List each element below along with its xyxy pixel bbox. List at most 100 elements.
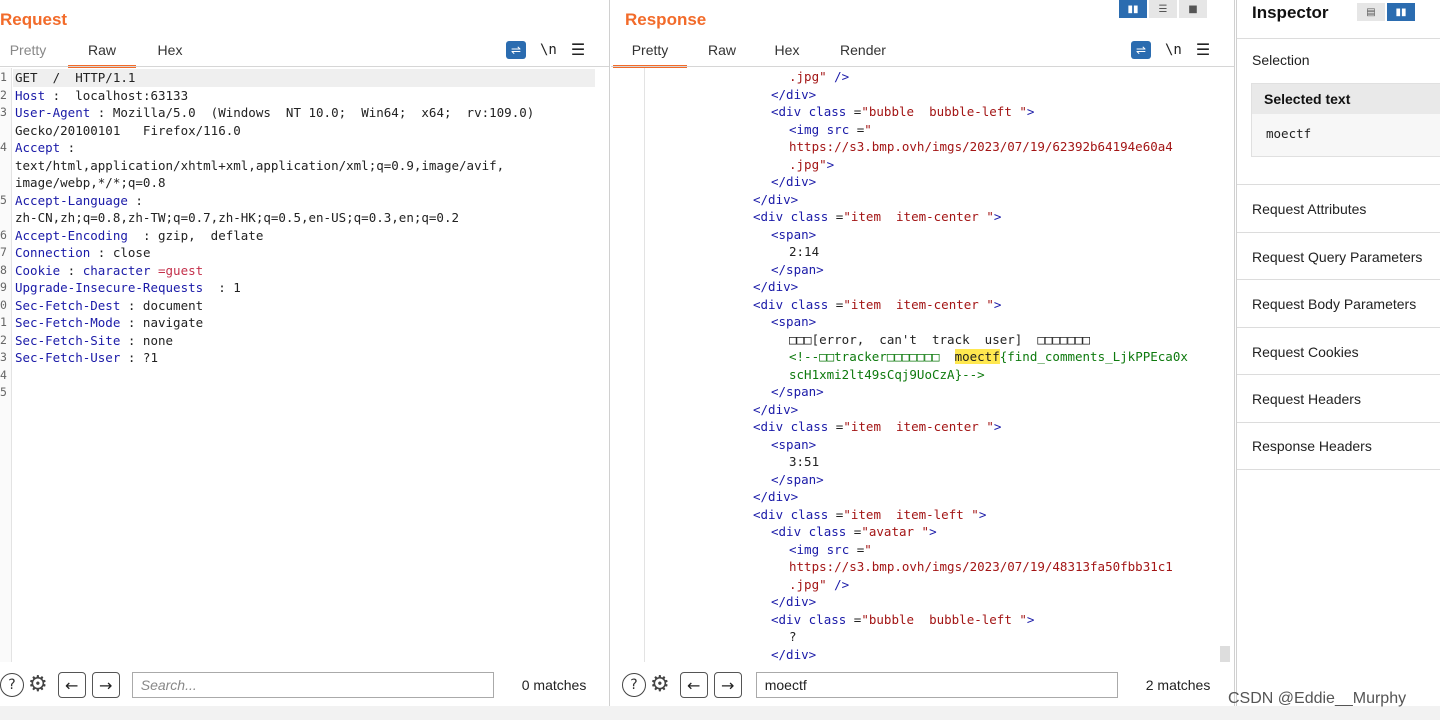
tab-pretty[interactable]: Pretty bbox=[613, 38, 687, 68]
tab-render[interactable]: Render bbox=[817, 38, 909, 66]
response-line[interactable]: </div> bbox=[771, 593, 816, 611]
response-line[interactable]: ? bbox=[789, 628, 797, 646]
response-line[interactable]: <span> bbox=[771, 226, 816, 244]
layout-toggle: ▮▮ ☰ ■ bbox=[1119, 0, 1207, 18]
response-line[interactable]: </div> bbox=[771, 86, 816, 104]
single-pane-icon[interactable]: ■ bbox=[1179, 0, 1207, 18]
selected-text-header[interactable]: Selected text bbox=[1252, 84, 1440, 114]
request-search-input[interactable]: Search... bbox=[131, 672, 494, 698]
section-request-body-parameters[interactable]: Request Body Parameters bbox=[1237, 279, 1440, 327]
request-line[interactable]: 5 Accept-Language : bbox=[0, 192, 609, 210]
response-line[interactable]: </div> bbox=[771, 646, 816, 663]
help-icon[interactable]: ? bbox=[0, 673, 24, 697]
next-match-button[interactable]: → bbox=[91, 672, 120, 698]
request-line[interactable]: text/html,application/xhtml+xml,applicat… bbox=[0, 157, 609, 175]
response-line[interactable]: </div> bbox=[753, 278, 798, 296]
split-vertical-icon[interactable]: ☰ bbox=[1149, 0, 1177, 18]
response-line[interactable]: .jpg" /> bbox=[789, 576, 849, 594]
editor-scrollbar[interactable] bbox=[1220, 646, 1230, 662]
response-line[interactable]: </span> bbox=[771, 261, 824, 279]
response-line[interactable]: </div> bbox=[753, 191, 798, 209]
menu-icon[interactable]: ☰ bbox=[1196, 40, 1210, 59]
request-line[interactable]: zh-CN,zh;q=0.8,zh-TW;q=0.7,zh-HK;q=0.5,e… bbox=[0, 209, 609, 227]
newline-icon[interactable]: \n bbox=[1165, 42, 1182, 58]
response-line[interactable]: </div> bbox=[771, 173, 816, 191]
help-icon[interactable]: ? bbox=[622, 673, 646, 697]
response-line[interactable]: <!--□□tracker□□□□□□□ moectf{find_comment… bbox=[789, 348, 1188, 366]
split-horizontal-icon[interactable]: ▮▮ bbox=[1119, 0, 1147, 18]
section-request-query-parameters[interactable]: Request Query Parameters bbox=[1237, 232, 1440, 280]
response-line[interactable]: </div> bbox=[753, 401, 798, 419]
response-line[interactable]: □□□[error, can't track user] □□□□□□□ bbox=[789, 331, 1090, 349]
selected-text-value: moectf bbox=[1266, 126, 1312, 141]
request-line[interactable]: 3 Sec-Fetch-User : ?1 bbox=[0, 349, 609, 367]
request-line[interactable]: 9 Upgrade-Insecure-Requests : 1 bbox=[0, 279, 609, 297]
line-number: 4 bbox=[0, 140, 7, 154]
text-wrap-icon[interactable]: ⇌ bbox=[1131, 40, 1151, 59]
line-number: 4 bbox=[0, 367, 7, 382]
tab-raw[interactable]: Raw bbox=[687, 38, 757, 66]
response-line[interactable]: <div class ="bubble bubble-left "> bbox=[771, 103, 1034, 121]
section-request-cookies[interactable]: Request Cookies bbox=[1237, 327, 1440, 375]
response-line[interactable]: <div class ="item item-center "> bbox=[753, 208, 1001, 226]
code-token: src bbox=[826, 541, 850, 557]
request-line[interactable]: 8 Cookie : character =guest bbox=[0, 262, 609, 280]
response-line[interactable]: <img src =" bbox=[789, 121, 872, 139]
code-token: </span> bbox=[771, 471, 824, 487]
code-token: class bbox=[790, 419, 829, 434]
response-line[interactable]: 3:51 bbox=[789, 453, 819, 471]
newline-icon[interactable]: \n bbox=[540, 42, 557, 58]
section-request-headers[interactable]: Request Headers bbox=[1237, 374, 1440, 422]
response-tabs: Pretty Raw Hex Render bbox=[613, 38, 909, 68]
list-view-icon[interactable]: ▤ bbox=[1357, 3, 1385, 21]
request-line[interactable]: 5 bbox=[0, 384, 609, 402]
selection-label[interactable]: Selection bbox=[1252, 52, 1310, 68]
request-line[interactable]: 6 Accept-Encoding : gzip, deflate bbox=[0, 227, 609, 245]
request-line[interactable]: 4 Accept : bbox=[0, 139, 609, 157]
response-line[interactable]: scH1xmi2lt49sCqj9UoCzA}--> bbox=[789, 366, 985, 384]
tab-hex[interactable]: Hex bbox=[140, 38, 200, 66]
response-line[interactable]: <div class ="item item-center "> bbox=[753, 296, 1001, 314]
response-line[interactable]: https://s3.bmp.ovh/imgs/2023/07/19/62392… bbox=[789, 138, 1173, 156]
request-line[interactable]: 2 Sec-Fetch-Site : none bbox=[0, 332, 609, 350]
menu-icon[interactable]: ☰ bbox=[571, 40, 585, 59]
request-line[interactable]: 7 Connection : close bbox=[0, 244, 609, 262]
gear-icon[interactable]: ⚙ bbox=[28, 673, 48, 697]
request-line[interactable]: 1 Sec-Fetch-Mode : navigate bbox=[0, 314, 609, 332]
response-line[interactable]: <img src =" bbox=[789, 541, 872, 559]
response-line[interactable]: <div class ="item item-left "> bbox=[753, 506, 986, 524]
response-line[interactable]: </span> bbox=[771, 471, 824, 489]
request-line[interactable]: image/webp,*/*;q=0.8 bbox=[0, 174, 609, 192]
request-line[interactable]: 1 GET / HTTP/1.1 bbox=[0, 69, 609, 87]
text-wrap-icon[interactable]: ⇌ bbox=[506, 40, 526, 59]
tab-raw[interactable]: Raw bbox=[68, 38, 136, 68]
request-line[interactable]: 3 User-Agent : Mozilla/5.0 (Windows NT 10… bbox=[0, 104, 609, 122]
request-line[interactable]: 2 Host : localhost:63133 bbox=[0, 87, 609, 105]
response-line[interactable]: .jpg" /> bbox=[789, 68, 849, 86]
request-line[interactable]: Gecko/20100101 Firefox/116.0 bbox=[0, 122, 609, 140]
previous-match-button[interactable]: ← bbox=[57, 672, 86, 698]
section-request-attributes[interactable]: Request Attributes bbox=[1237, 184, 1440, 232]
tab-hex[interactable]: Hex bbox=[757, 38, 817, 66]
response-line[interactable]: <div class ="avatar "> bbox=[771, 523, 937, 541]
response-line[interactable]: </div> bbox=[753, 488, 798, 506]
request-line[interactable]: 4 bbox=[0, 367, 609, 385]
tab-pretty[interactable]: Pretty bbox=[0, 38, 56, 66]
response-line[interactable]: <div class ="item item-center "> bbox=[753, 418, 1001, 436]
response-line[interactable]: <span> bbox=[771, 313, 816, 331]
response-line[interactable]: <span> bbox=[771, 436, 816, 454]
next-match-button[interactable]: → bbox=[713, 672, 742, 698]
section-response-headers[interactable]: Response Headers bbox=[1237, 422, 1440, 470]
response-line[interactable]: </span> bbox=[771, 383, 824, 401]
previous-match-button[interactable]: ← bbox=[679, 672, 708, 698]
response-search-input[interactable]: moectf bbox=[755, 672, 1118, 698]
response-line[interactable]: 2:14 bbox=[789, 243, 819, 261]
request-editor[interactable]: 1 GET / HTTP/1.1 2 Host : localhost:63133 3 U… bbox=[0, 68, 609, 662]
request-line[interactable]: 0 Sec-Fetch-Dest : document bbox=[0, 297, 609, 315]
response-editor[interactable]: .jpg" /> </div> <div class ="bubble bubble… bbox=[611, 68, 1234, 662]
response-line[interactable]: <div class ="bubble bubble-left "> bbox=[771, 611, 1034, 629]
response-line[interactable]: https://s3.bmp.ovh/imgs/2023/07/19/48313… bbox=[789, 558, 1173, 576]
response-line[interactable]: .jpg"> bbox=[789, 156, 834, 174]
gear-icon[interactable]: ⚙ bbox=[650, 673, 670, 697]
panel-view-icon[interactable]: ▮▮ bbox=[1387, 3, 1415, 21]
